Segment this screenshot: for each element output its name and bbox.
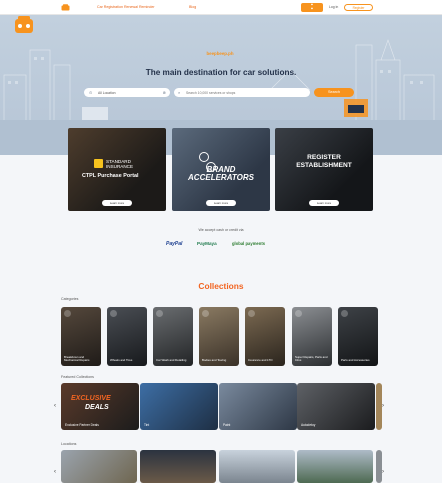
category-card[interactable]: Bodies and Towing <box>199 307 239 366</box>
global-payments-logo: global payments <box>232 241 266 246</box>
promo-card-register-establishment[interactable]: REGISTER ESTABLISHMENT Learn more <box>275 128 373 211</box>
promo-line: REGISTER <box>307 154 341 161</box>
location-pin-icon: ⊙ <box>89 90 93 95</box>
location-select[interactable]: ⊙ All Location ⊗ <box>84 88 170 97</box>
promo-card-brand-accelerators[interactable]: BRAND ACCELERATORS Learn more <box>172 128 270 211</box>
standard-insurance-logo-icon <box>94 159 103 168</box>
login-link[interactable]: Log in <box>329 5 338 9</box>
category-label: Car Wash and Detailing <box>156 358 187 363</box>
category-label: Super Repairs, Parts and Infos <box>295 354 328 363</box>
category-icon <box>295 310 302 317</box>
category-card[interactable]: Super Repairs, Parts and Infos <box>292 307 332 366</box>
featured-label-text: Tint <box>144 423 150 427</box>
promo-card-insurance[interactable]: STANDARD INSURANCE CTPL Purchase Portal … <box>68 128 166 211</box>
featured-label-text: Autodetoy <box>301 423 316 427</box>
featured-card[interactable]: EXCLUSIVE DEALS Exclusive Partner Deals <box>61 383 139 430</box>
featured-label-text: Paint <box>223 423 231 427</box>
location-card[interactable] <box>219 450 295 483</box>
carousel-next-icon[interactable]: › <box>382 469 384 475</box>
category-icon <box>64 310 71 317</box>
locations-label: Locations <box>61 442 77 446</box>
category-card[interactable]: Breakdown and Mechanical Repairs <box>61 307 101 366</box>
exclusive-banner: EXCLUSIVE <box>71 395 111 402</box>
category-icon <box>341 310 348 317</box>
paymaya-logo: PayMaya <box>197 241 217 246</box>
paypal-logo: PayPal <box>166 241 183 247</box>
carousel-next-icon[interactable]: › <box>382 403 384 409</box>
category-label: Wheels and Tires <box>110 358 133 363</box>
nav-link-blog[interactable]: Blog <box>189 5 196 9</box>
search-field[interactable]: ⌕ <box>174 88 310 97</box>
category-icon <box>248 310 255 317</box>
featured-card[interactable]: Autodetoy <box>297 383 375 430</box>
nav-link-reminder[interactable]: Car Registration Renewal Reminder <box>97 5 155 9</box>
learn-more-button[interactable]: Learn more <box>102 200 132 206</box>
beepbeep-logo-icon <box>15 16 33 33</box>
location-card[interactable] <box>61 450 137 483</box>
category-icon <box>156 310 163 317</box>
promo-line: INSURANCE <box>106 164 134 169</box>
register-button[interactable]: Register <box>344 4 373 11</box>
featured-card[interactable]: Paint <box>219 383 297 430</box>
category-icon <box>110 310 117 317</box>
category-icon <box>202 310 209 317</box>
search-button[interactable]: Search <box>314 88 354 97</box>
top-navigation-bar: Car Registration Renewal Reminder Blog ◆… <box>0 0 442 15</box>
search-icon: ⌕ <box>178 90 181 95</box>
category-label: Bodies and Towing <box>202 358 227 363</box>
badge-ring-icon <box>199 152 209 162</box>
category-card[interactable]: Car Wash and Detailing <box>153 307 193 366</box>
category-card[interactable]: Wheels and Tires <box>107 307 147 366</box>
header-promo-badge-icon[interactable]: ◆ ◆ <box>301 3 323 12</box>
location-card[interactable] <box>140 450 216 483</box>
promo-line: ESTABLISHMENT <box>296 162 352 169</box>
payment-logos: PayPal PayMaya global payments <box>166 239 276 251</box>
search-input[interactable] <box>186 89 304 96</box>
learn-more-button[interactable]: Learn more <box>206 200 236 206</box>
featured-label-text: Exclusive Partner Deals <box>65 423 99 427</box>
learn-more-button[interactable]: Learn more <box>309 200 339 206</box>
location-card[interactable] <box>297 450 373 483</box>
categories-label: Categories <box>61 297 79 301</box>
brand-name: beepbeep.ph <box>206 51 234 56</box>
clear-location-icon[interactable]: ⊗ <box>163 90 166 95</box>
hero-title: The main destination for car solutions. <box>145 68 297 77</box>
promo-line: ACCELERATORS <box>188 173 254 182</box>
category-label: Insurance and LTO <box>248 358 273 363</box>
featured-label: Featured Collections <box>61 375 94 379</box>
category-card[interactable]: Parts and Accessories <box>338 307 378 366</box>
collections-title: Collections <box>198 281 244 291</box>
location-value: All Location <box>98 90 116 95</box>
deals-banner: DEALS <box>85 404 109 411</box>
payment-accept-text: We accept cash or credit via <box>198 228 244 232</box>
featured-card[interactable]: Tint <box>140 383 218 430</box>
category-label: Parts and Accessories <box>341 358 370 363</box>
location-card-partial[interactable] <box>376 450 382 483</box>
brand-logo-icon[interactable] <box>61 4 70 11</box>
carousel-prev-icon[interactable]: ‹ <box>54 403 56 409</box>
category-card[interactable]: Insurance and LTO <box>245 307 285 366</box>
carousel-prev-icon[interactable]: ‹ <box>54 469 56 475</box>
category-label: Breakdown and Mechanical Repairs <box>64 354 90 363</box>
promo-heading: CTPL Purchase Portal <box>82 173 139 179</box>
